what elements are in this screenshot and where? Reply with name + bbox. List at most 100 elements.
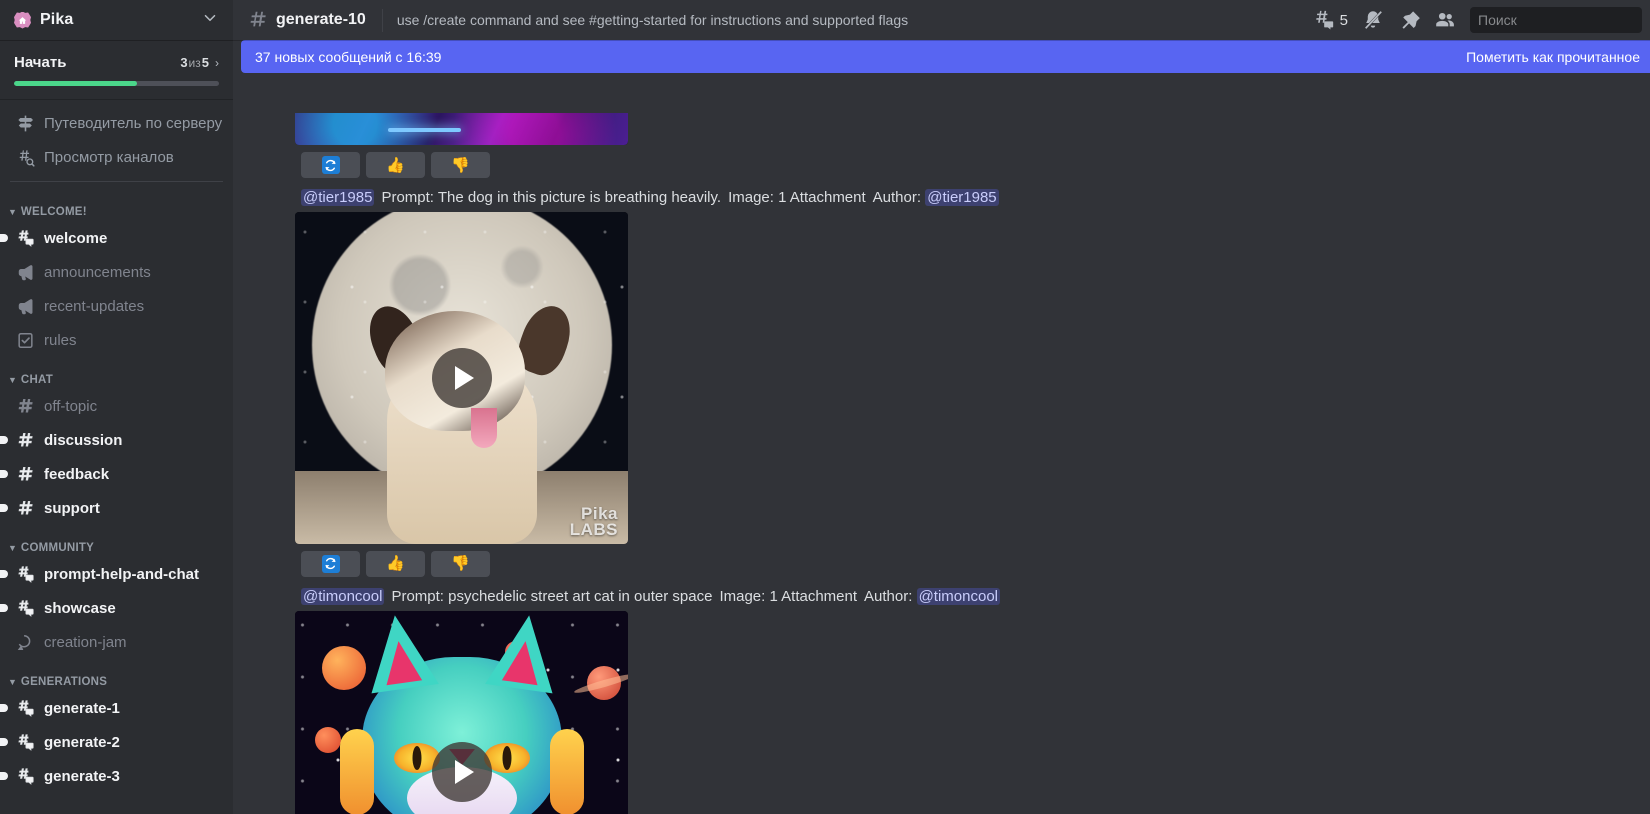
sidebar-item-prompt-help-and-chat[interactable]: prompt-help-and-chat: [0, 558, 225, 590]
unread-indicator: [0, 436, 8, 444]
headphone-left-shape: [339, 728, 374, 814]
thumbs-up-button[interactable]: 👍: [366, 152, 425, 178]
text-channel-icon: [16, 499, 38, 518]
sidebar-item-label: announcements: [44, 263, 151, 281]
signpost-icon: [16, 114, 38, 133]
sidebar-category-welcome-[interactable]: ▼ WELCOME!: [0, 190, 233, 222]
sidebar-category-generations[interactable]: ▼ GENERATIONS: [0, 660, 233, 692]
chevron-down-icon: ▼: [8, 542, 17, 553]
sidebar-item-creation-jam[interactable]: creation-jam: [8, 626, 225, 658]
image-label-cat: Image:: [719, 587, 766, 605]
sidebar-special-1[interactable]: Просмотр каналов: [8, 141, 225, 173]
image-value-dog: 1 Attachment: [778, 189, 866, 206]
attachment-media-neon[interactable]: [295, 113, 628, 145]
sidebar-special-label: Путеводитель по серверу: [44, 114, 223, 132]
play-triangle: [454, 365, 474, 390]
onboarding-title: Начать: [14, 54, 67, 71]
onboarding-progress-card[interactable]: Начать 3из5 ›: [0, 40, 233, 99]
message-text-cat: @timoncool Prompt: psychedelic street art…: [295, 585, 1650, 611]
message-text-dog: @tier1985 Prompt: The dog in this picture…: [295, 186, 1650, 212]
sidebar-item-generate-1[interactable]: generate-1: [0, 692, 225, 724]
artwork-neon: [295, 113, 628, 145]
text-channel-icon: [16, 465, 38, 484]
author-value-dog[interactable]: @tier1985: [925, 189, 999, 206]
sidebar-special-0[interactable]: Путеводитель по серверу: [8, 107, 225, 139]
sidebar-item-welcome[interactable]: welcome: [0, 222, 225, 254]
prompt-label-cat: Prompt:: [391, 587, 444, 605]
onboarding-separator: из: [188, 56, 201, 70]
unread-indicator: [0, 570, 8, 578]
sidebar-item-generate-2[interactable]: generate-2: [0, 726, 225, 758]
mention-author-cat[interactable]: @timoncool: [301, 587, 385, 605]
planet-1-shape: [321, 645, 366, 690]
play-icon[interactable]: [431, 347, 492, 408]
sidebar-item-label: support: [44, 499, 100, 517]
sidebar-item-recent-updates[interactable]: recent-updates: [8, 290, 225, 322]
mention-author-dog[interactable]: @tier1985: [301, 189, 375, 206]
mark-as-read-button[interactable]: Пометить как прочитанное: [1466, 49, 1640, 65]
threads-icon[interactable]: 5: [1307, 5, 1354, 35]
author-value-cat[interactable]: @timoncool: [916, 587, 1001, 605]
sidebar-item-feedback[interactable]: feedback: [0, 458, 225, 490]
chevron-down-icon: ▼: [8, 374, 17, 385]
onboarding-current: 3: [180, 55, 188, 70]
prompt-label-dog: Prompt:: [381, 189, 434, 206]
author-label-cat: Author:: [864, 587, 913, 605]
chevron-down-icon[interactable]: [201, 9, 219, 32]
thumbs-down-button-dog[interactable]: 👎: [431, 550, 490, 577]
bell-off-icon[interactable]: [1356, 5, 1390, 35]
sidebar-item-generate-3[interactable]: generate-3: [0, 760, 225, 792]
image-value-cat: 1 Attachment: [769, 587, 858, 605]
channel-topic[interactable]: use /create command and see #getting-sta…: [397, 12, 1299, 28]
chevron-down-icon: ▼: [8, 206, 17, 217]
thread-channel-icon: [16, 633, 38, 652]
dog-tongue-shape: [471, 407, 498, 448]
search-box[interactable]: [1470, 7, 1642, 33]
message-cat: @timoncool Prompt: psychedelic street art…: [295, 585, 1650, 814]
sidebar-category-label: GENERATIONS: [20, 676, 108, 688]
channel-title: generate-10: [276, 11, 366, 28]
message-list[interactable]: 👍 👎 @tier1985 Prompt: The dog in this pic…: [233, 40, 1650, 814]
announcement-channel-icon: [16, 263, 38, 282]
sidebar-item-support[interactable]: support: [0, 492, 225, 524]
sidebar-category-chat[interactable]: ▼ CHAT: [0, 358, 233, 390]
sidebar-category-community[interactable]: ▼ COMMUNITY: [0, 526, 233, 558]
sidebar-item-showcase[interactable]: showcase: [0, 592, 225, 624]
thumbs-up-button-dog[interactable]: 👍: [366, 550, 425, 577]
text-channel-icon: [16, 397, 38, 416]
browse-channels-icon: [16, 148, 38, 167]
members-icon[interactable]: [1428, 5, 1462, 35]
server-header[interactable]: Pika: [0, 0, 233, 40]
pin-icon[interactable]: [1392, 5, 1426, 35]
onboarding-count: 3из5: [180, 55, 209, 70]
play-triangle: [454, 759, 474, 784]
sidebar-item-discussion[interactable]: discussion: [0, 424, 225, 456]
attachment-video-dog[interactable]: Pika LABS: [295, 211, 628, 544]
unread-indicator: [0, 504, 8, 512]
planet-2-shape: [314, 726, 341, 753]
sidebar-item-label: feedback: [44, 465, 110, 483]
new-messages-text: 37 новых сообщений с 16:39: [255, 48, 442, 65]
sidebar-item-rules[interactable]: rules: [8, 324, 225, 356]
new-messages-banner: 37 новых сообщений с 16:39 Пометить как …: [241, 40, 1650, 73]
sidebar-item-label: off-topic: [44, 397, 98, 415]
channel-sidebar: Pika Начать 3из5 › Путеводитель по серве…: [0, 0, 233, 814]
sidebar-divider: [10, 181, 223, 182]
retry-button-dog[interactable]: [301, 550, 360, 577]
attachment-video-cat[interactable]: [295, 610, 628, 814]
sidebar-item-off-topic[interactable]: off-topic: [8, 390, 225, 422]
threads-count: 5: [1339, 11, 1348, 29]
chevron-right-icon[interactable]: ›: [215, 56, 219, 70]
sidebar-scroll-area[interactable]: Путеводитель по серверу Просмотр каналов ▼…: [0, 99, 233, 814]
sidebar-item-label: generate-3: [44, 767, 120, 785]
forum-channel-icon: [16, 733, 38, 752]
unread-indicator: [0, 604, 8, 612]
sidebar-item-announcements[interactable]: announcements: [8, 256, 225, 288]
thumbs-down-button[interactable]: 👎: [431, 152, 490, 178]
sidebar-item-label: rules: [44, 331, 77, 349]
retry-button[interactable]: [301, 152, 360, 178]
play-icon[interactable]: [431, 741, 492, 802]
search-input[interactable]: [1478, 12, 1634, 28]
message-partial-top: 👍 👎: [295, 113, 1650, 178]
sidebar-category-label: COMMUNITY: [20, 542, 95, 554]
